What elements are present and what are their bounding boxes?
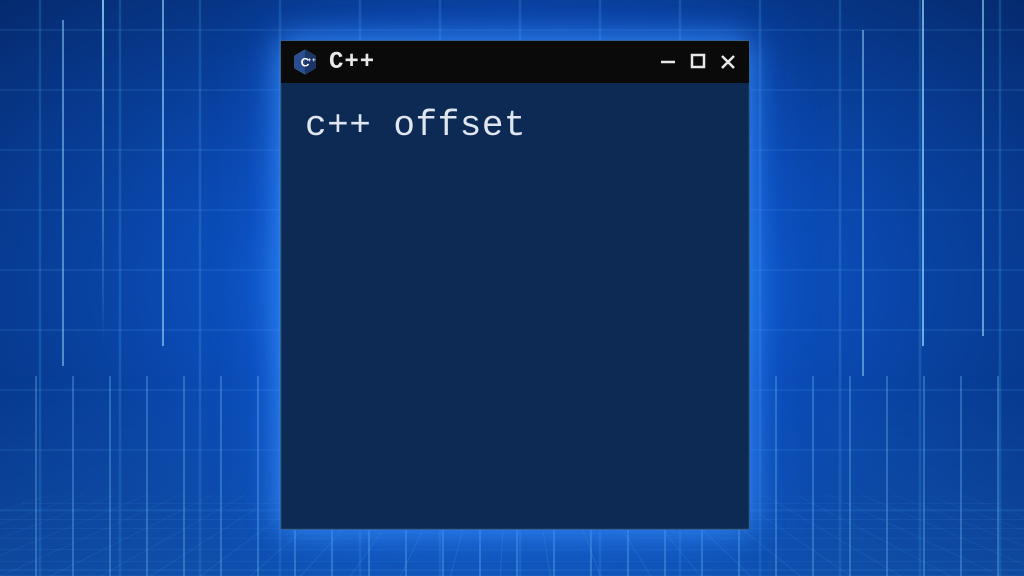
- window-controls: [657, 51, 739, 73]
- svg-text:+: +: [312, 57, 316, 64]
- content-text: c++ offset: [305, 105, 725, 146]
- maximize-button[interactable]: [687, 50, 709, 72]
- window-title: C++: [329, 49, 647, 76]
- window-content-area: c++ offset: [281, 83, 749, 168]
- application-window: C + + C++ c++ offset: [280, 40, 750, 530]
- svg-text:+: +: [308, 57, 312, 64]
- close-button[interactable]: [717, 51, 739, 73]
- minimize-button[interactable]: [657, 51, 679, 73]
- window-titlebar[interactable]: C + + C++: [281, 41, 749, 83]
- cpp-logo-icon: C + +: [291, 48, 319, 76]
